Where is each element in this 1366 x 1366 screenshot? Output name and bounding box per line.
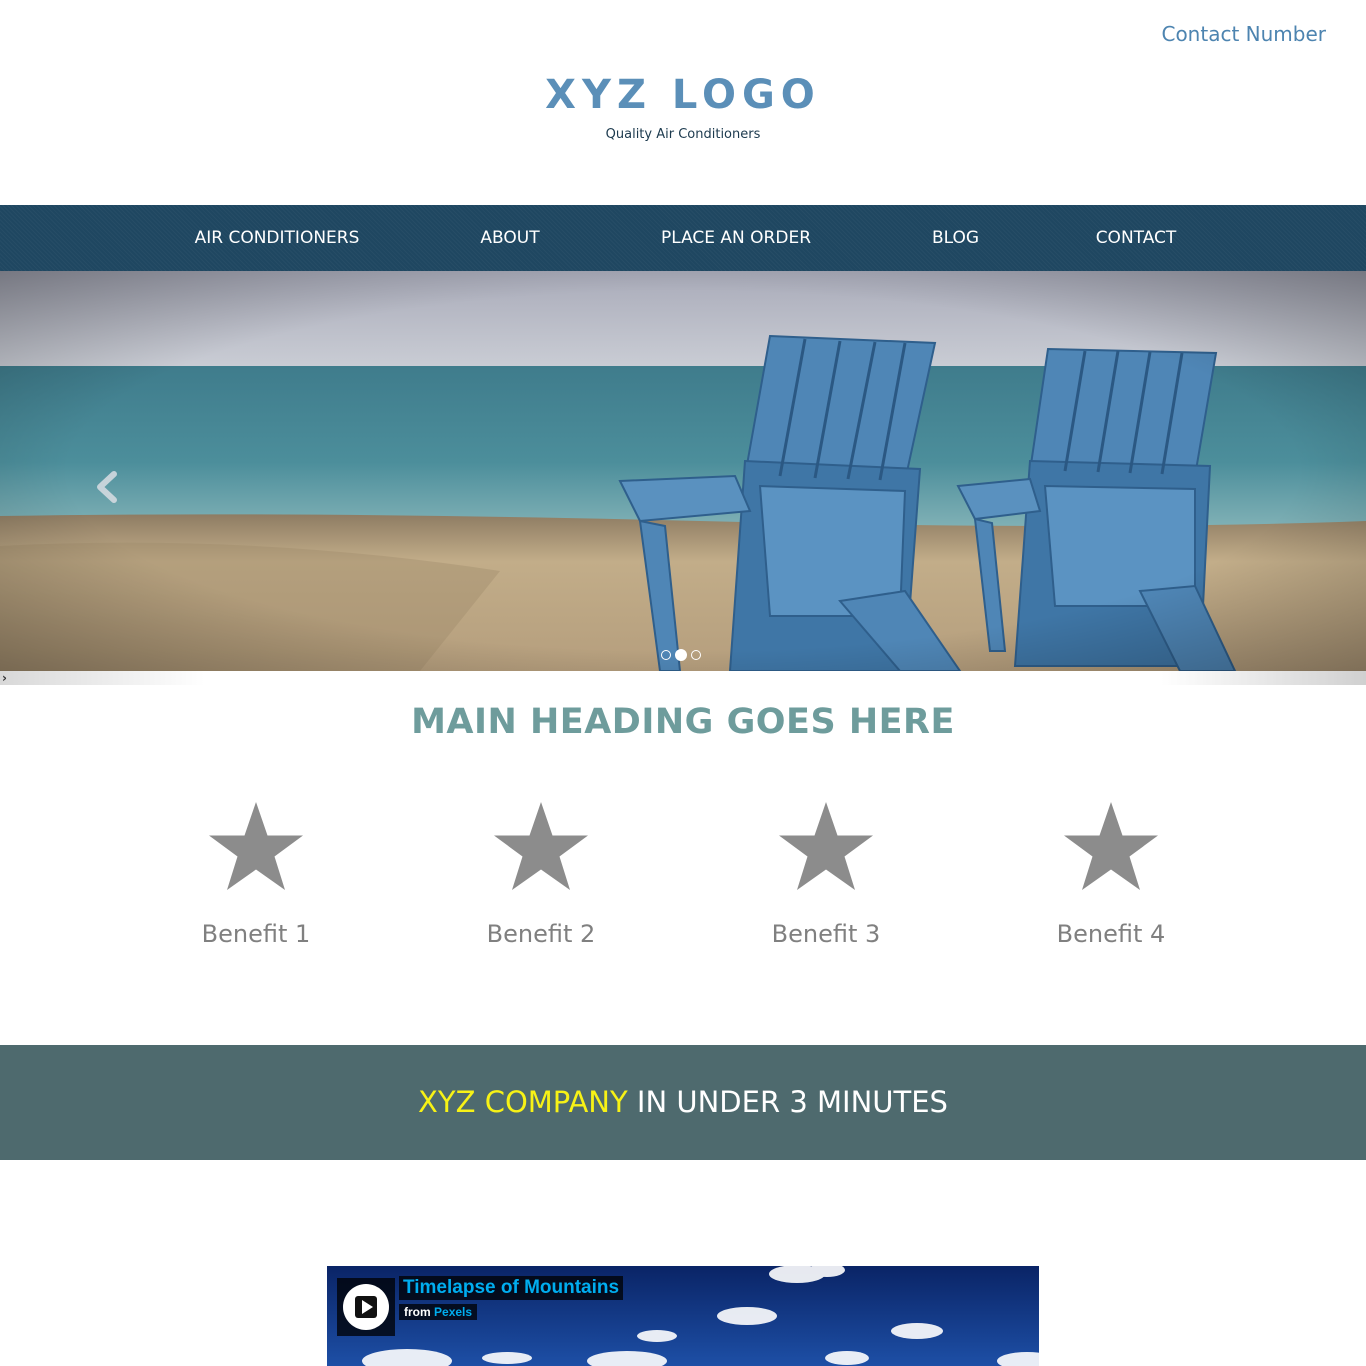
main-nav: AIR CONDITIONERS ABOUT PLACE AN ORDER BL…: [0, 205, 1366, 271]
slider-dot[interactable]: [691, 649, 701, 660]
nav-item-place-an-order[interactable]: PLACE AN ORDER: [652, 205, 820, 271]
video-player[interactable]: Timelapse of Mountains from Pexels: [327, 1266, 1039, 1366]
band-text: IN UNDER 3 MINUTES: [627, 1085, 948, 1119]
benefit-label: Benefit 3: [771, 920, 881, 948]
video-title[interactable]: Timelapse of Mountains: [399, 1276, 624, 1300]
hero-beach-image: [0, 271, 1366, 671]
play-icon: [343, 1284, 389, 1330]
star-icon: [494, 802, 588, 890]
benefit-label: Benefit 1: [201, 920, 311, 948]
site-tagline: Quality Air Conditioners: [605, 127, 761, 142]
play-button[interactable]: [337, 1278, 395, 1336]
star-icon: [1064, 802, 1158, 890]
hero-slider: [0, 271, 1366, 671]
slider-dot[interactable]: [661, 649, 671, 660]
benefit-4: Benefit 4: [991, 800, 1231, 948]
contact-number-link[interactable]: Contact Number: [1161, 22, 1326, 46]
video-from-label: from: [404, 1305, 431, 1319]
video-source-link[interactable]: Pexels: [434, 1305, 472, 1319]
slider-pagination: [661, 644, 705, 661]
benefit-1: Benefit 1: [136, 800, 376, 948]
chevron-right-icon[interactable]: ›: [2, 672, 14, 684]
nav-item-contact[interactable]: CONTACT: [1090, 205, 1182, 271]
nav-item-about[interactable]: ABOUT: [476, 205, 544, 271]
chevron-left-icon[interactable]: [92, 470, 120, 504]
slider-scrollbar: [0, 671, 1366, 685]
site-logo[interactable]: XYZ LOGO: [0, 72, 1366, 118]
nav-item-air-conditioners[interactable]: AIR CONDITIONERS: [186, 205, 368, 271]
nav-item-blog[interactable]: BLOG: [928, 205, 983, 271]
company-band: XYZ COMPANY IN UNDER 3 MINUTES: [0, 1045, 1366, 1160]
band-accent-text: XYZ COMPANY: [418, 1085, 628, 1119]
benefit-3: Benefit 3: [706, 800, 946, 948]
star-icon: [779, 802, 873, 890]
slider-dot-active[interactable]: [675, 648, 687, 661]
main-heading: MAIN HEADING GOES HERE: [411, 702, 955, 742]
star-icon: [209, 802, 303, 890]
benefit-label: Benefit 4: [1056, 920, 1166, 948]
video-attribution: from Pexels: [399, 1304, 478, 1320]
benefit-label: Benefit 2: [486, 920, 596, 948]
benefit-2: Benefit 2: [421, 800, 661, 948]
